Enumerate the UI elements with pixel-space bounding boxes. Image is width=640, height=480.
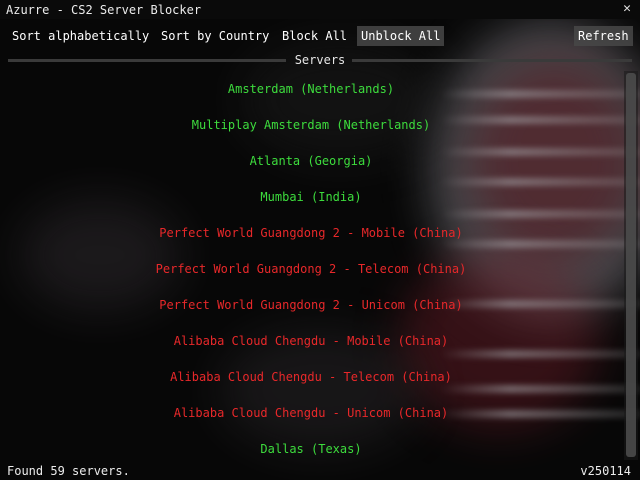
app-window: Azurre - CS2 Server Blocker ✕ Sort alpha…	[0, 0, 640, 480]
server-list[interactable]: Amsterdam (Netherlands) Multiplay Amsterd…	[0, 71, 622, 460]
servers-heading: Servers	[0, 53, 640, 67]
sort-by-country-button[interactable]: Sort by Country	[157, 26, 273, 46]
server-row[interactable]: Atlanta (Georgia)	[0, 143, 622, 179]
sort-alphabetically-button[interactable]: Sort alphabetically	[8, 26, 153, 46]
server-row[interactable]: Perfect World Guangdong 2 - Mobile (Chin…	[0, 215, 622, 251]
version-text: v250114	[580, 464, 631, 478]
refresh-button[interactable]: Refresh	[574, 26, 633, 46]
toolbar: Sort alphabetically Sort by Country Bloc…	[0, 26, 640, 48]
server-row[interactable]: Perfect World Guangdong 2 - Telecom (Chi…	[0, 251, 622, 287]
server-row[interactable]: Perfect World Guangdong 2 - Unicom (Chin…	[0, 287, 622, 323]
title-bar: Azurre - CS2 Server Blocker ✕	[0, 0, 640, 19]
server-row[interactable]: Mumbai (India)	[0, 179, 622, 215]
server-row[interactable]: Amsterdam (Netherlands)	[0, 71, 622, 107]
server-row[interactable]: Multiplay Amsterdam (Netherlands)	[0, 107, 622, 143]
scrollbar-thumb[interactable]	[626, 73, 636, 457]
servers-heading-label: Servers	[294, 53, 346, 67]
block-all-button[interactable]: Block All	[278, 26, 351, 46]
server-count-text: Found 59 servers.	[7, 464, 130, 478]
status-bar: Found 59 servers. v250114	[0, 461, 640, 480]
server-row[interactable]: Alibaba Cloud Chengdu - Unicom (China)	[0, 395, 622, 431]
close-icon[interactable]: ✕	[620, 2, 634, 16]
server-row[interactable]: Alibaba Cloud Chengdu - Mobile (China)	[0, 323, 622, 359]
unblock-all-button[interactable]: Unblock All	[357, 26, 445, 46]
window-title: Azurre - CS2 Server Blocker	[6, 3, 202, 17]
scrollbar[interactable]	[624, 71, 638, 460]
server-row[interactable]: Alibaba Cloud Chengdu - Telecom (China)	[0, 359, 622, 395]
server-row[interactable]: Dallas (Texas)	[0, 431, 622, 460]
